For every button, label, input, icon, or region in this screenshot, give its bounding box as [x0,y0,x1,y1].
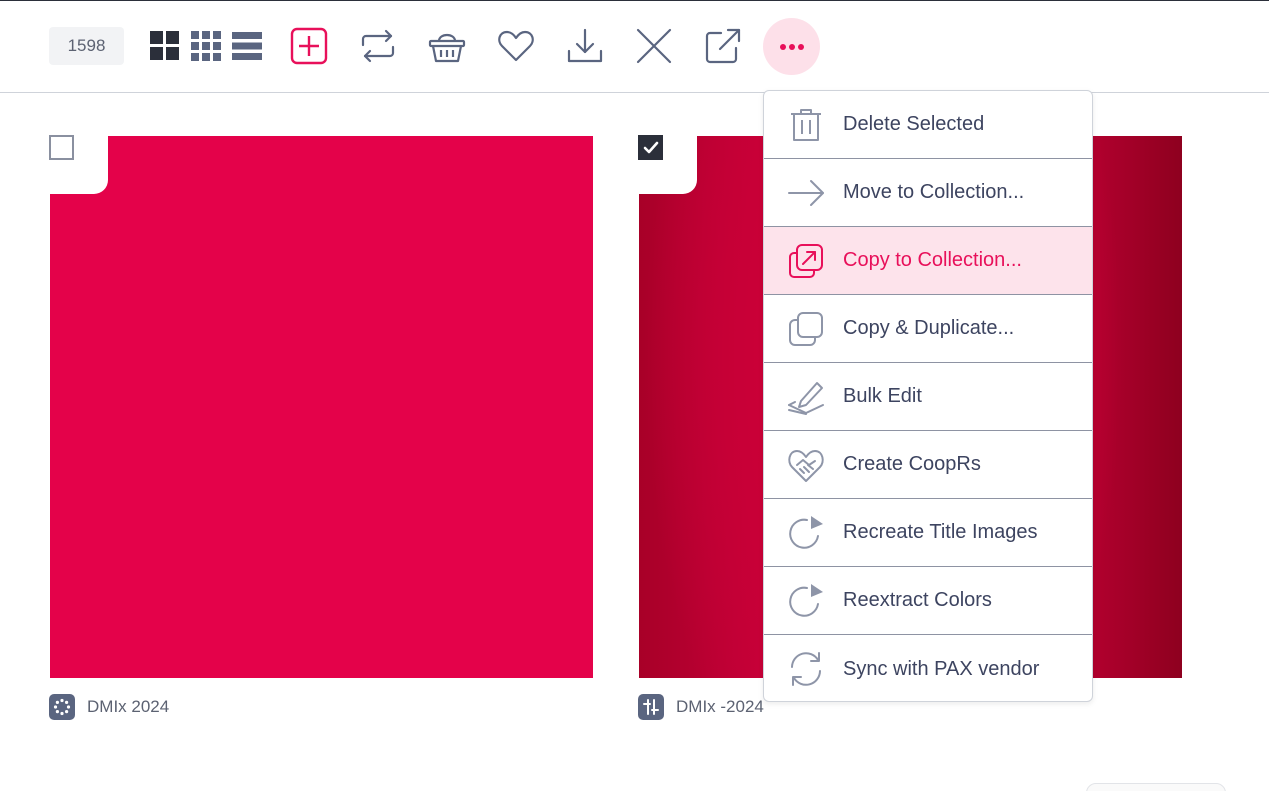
trash-icon [786,105,826,145]
actions-dropdown-menu: Delete Selected Move to Collection... Co… [763,90,1093,702]
bottom-control-pill[interactable] [1086,783,1226,791]
card-caption-2: DMIx -2024 [638,694,764,720]
grid-small-icon[interactable] [186,25,226,67]
menu-item-label: Sync with PAX vendor [843,657,1040,680]
duplicate-icon [786,309,826,349]
menu-item-label: Create CoopRs [843,453,981,475]
select-checkbox-2[interactable] [638,135,663,160]
menu-item-label: Recreate Title Images [843,521,1038,543]
basket-icon[interactable] [427,25,467,67]
grid-large-icon[interactable] [145,25,185,67]
menu-item-recreate-title-images[interactable]: Recreate Title Images [764,499,1092,567]
image-card-1[interactable] [48,134,593,678]
menu-item-copy-to-collection[interactable]: Copy to Collection... [764,227,1092,295]
item-count-badge: 1598 [49,27,124,65]
menu-item-create-cooprs[interactable]: Create CoopRs [764,431,1092,499]
menu-item-bulk-edit[interactable]: Bulk Edit [764,363,1092,431]
heart-icon[interactable] [496,25,536,67]
checkmark-icon [643,141,658,153]
refresh-icon [786,581,826,621]
more-icon[interactable] [763,18,820,75]
tool-icon [638,694,664,720]
download-icon[interactable] [565,25,605,67]
menu-item-label: Reextract Colors [843,589,992,611]
edit-icon [786,377,826,417]
menu-item-delete-selected[interactable]: Delete Selected [764,91,1092,159]
menu-item-reextract-colors[interactable]: Reextract Colors [764,567,1092,635]
copy-to-collection-icon [786,241,826,281]
arrow-right-icon [786,173,826,213]
menu-item-label: Move to Collection... [843,181,1025,203]
repeat-icon[interactable] [358,25,398,67]
card-caption-text: DMIx -2024 [676,697,764,716]
menu-item-sync-pax-vendor[interactable]: Sync with PAX vendor [764,635,1092,701]
menu-item-label: Copy to Collection... [843,249,1022,271]
sync-icon [786,649,826,689]
handshake-icon [786,445,826,485]
refresh-icon [786,513,826,553]
external-link-icon[interactable] [703,25,743,67]
toolbar: 1598 [0,1,1269,93]
add-icon[interactable] [289,25,329,67]
menu-item-label: Bulk Edit [843,385,922,407]
menu-item-label: Delete Selected [843,113,985,135]
badge-icon [49,694,75,720]
card-caption-text: DMIx 2024 [87,697,170,716]
menu-item-label: Copy & Duplicate... [843,317,1015,339]
close-icon[interactable] [634,25,674,67]
list-icon[interactable] [227,25,267,67]
select-checkbox-1[interactable] [49,135,74,160]
menu-item-move-to-collection[interactable]: Move to Collection... [764,159,1092,227]
card-caption-1: DMIx 2024 [49,694,169,720]
menu-item-copy-duplicate[interactable]: Copy & Duplicate... [764,295,1092,363]
